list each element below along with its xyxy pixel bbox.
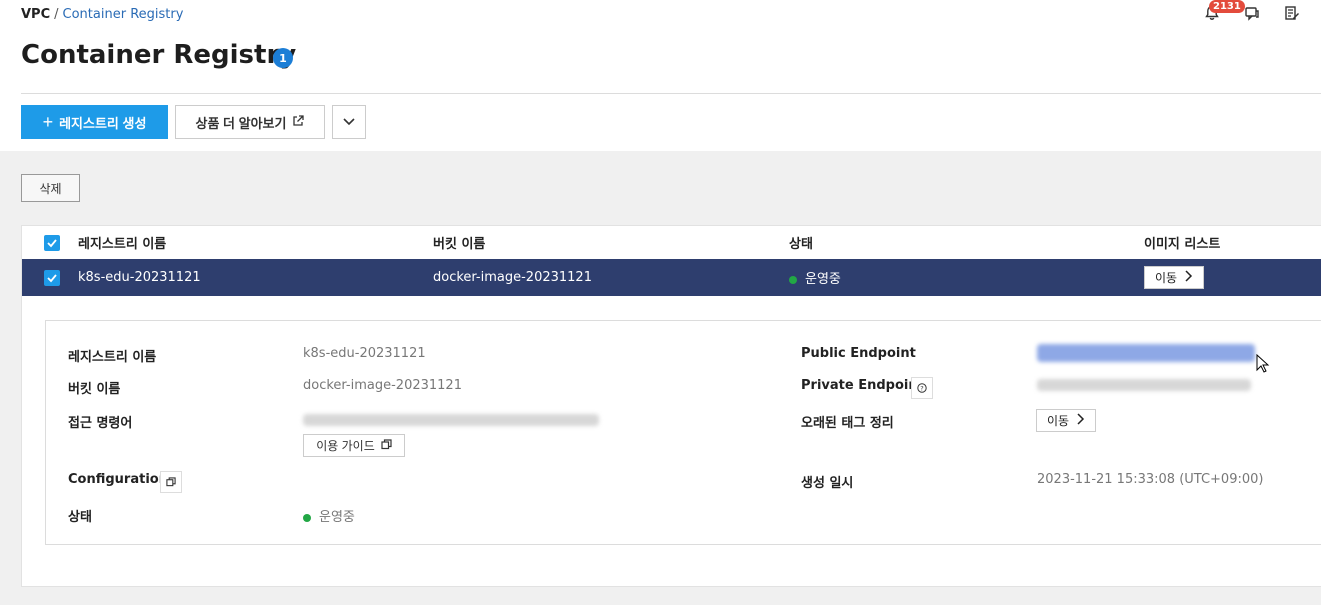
detail-label-public-endpoint: Public Endpoint: [801, 346, 916, 361]
old-tag-cleanup-move-label: 이동: [1046, 414, 1070, 428]
header-divider: [21, 93, 1321, 94]
row-checkbox[interactable]: [44, 269, 60, 286]
detail-status-text: 운영중: [319, 510, 355, 525]
row-image-list-cell: 이동: [1144, 266, 1204, 289]
chevron-right-icon: [1075, 413, 1085, 428]
more-dropdown-button[interactable]: [332, 105, 366, 139]
old-tag-cleanup-move-button[interactable]: 이동: [1036, 409, 1096, 432]
detail-label-old-tag-cleanup: 오래된 태그 정리: [801, 416, 894, 431]
detail-value-bucket-name: docker-image-20231121: [303, 378, 462, 393]
image-list-move-label: 이동: [1154, 271, 1178, 285]
copy-icon: [381, 438, 392, 453]
column-header-image-list[interactable]: 이미지 리스트: [1144, 233, 1220, 252]
breadcrumb-root[interactable]: VPC: [21, 7, 50, 22]
row-status: 운영중: [789, 268, 841, 287]
detail-value-status: 운영중: [303, 506, 355, 525]
column-header-name[interactable]: 레지스트리 이름: [78, 233, 166, 252]
detail-label-registry-name: 레지스트리 이름: [68, 350, 157, 365]
column-header-status[interactable]: 상태: [789, 233, 813, 252]
breadcrumb-separator: /: [54, 7, 59, 22]
status-dot-icon: [303, 513, 311, 522]
detail-value-registry-name: k8s-edu-20231121: [303, 346, 426, 361]
detail-label-bucket-name: 버킷 이름: [68, 382, 121, 397]
detail-label-status: 상태: [68, 510, 92, 525]
breadcrumb-current[interactable]: Container Registry: [63, 7, 184, 22]
row-status-text: 운영중: [805, 272, 841, 287]
bell-icon[interactable]: 2131: [1203, 0, 1245, 22]
plus-icon: +: [42, 112, 54, 132]
status-dot-icon: [789, 275, 797, 284]
detail-label-configuration: Configuration: [68, 472, 168, 487]
table-header: 레지스트리 이름 버킷 이름 상태 이미지 리스트: [22, 226, 1321, 259]
access-command-redacted: [303, 414, 599, 426]
create-registry-button[interactable]: + 레지스트리 생성: [21, 105, 168, 139]
chat-icon[interactable]: [1243, 4, 1261, 22]
chevron-down-icon: [342, 114, 356, 131]
title-count-badge: 1: [273, 48, 293, 68]
mouse-cursor-icon: [1256, 353, 1270, 378]
usage-guide-button[interactable]: 이용 가이드: [303, 434, 405, 457]
detail-label-private-endpoint: Private Endpoint: [801, 378, 924, 393]
svg-text:?: ?: [920, 385, 923, 393]
edit-note-icon[interactable]: [1283, 4, 1301, 22]
row-registry-name: k8s-edu-20231121: [78, 270, 201, 285]
breadcrumb: VPC / Container Registry: [21, 7, 183, 22]
learn-more-button[interactable]: 상품 더 알아보기: [175, 105, 325, 139]
delete-button[interactable]: 삭제: [21, 174, 80, 202]
external-link-icon: [292, 114, 305, 130]
table-row[interactable]: k8s-edu-20231121 docker-image-20231121 운…: [22, 259, 1321, 296]
select-all-checkbox[interactable]: [44, 234, 60, 251]
detail-label-created-at: 생성 일시: [801, 476, 854, 491]
learn-more-label: 상품 더 알아보기: [195, 115, 287, 131]
header-icons: 2131: [1203, 0, 1301, 22]
public-endpoint-redacted[interactable]: [1037, 344, 1255, 362]
registry-table: 레지스트리 이름 버킷 이름 상태 이미지 리스트 k8s-edu-202311…: [21, 225, 1321, 587]
usage-guide-label: 이용 가이드: [316, 439, 375, 453]
configuration-copy-icon[interactable]: [160, 471, 182, 493]
create-registry-label: 레지스트리 생성: [59, 115, 147, 131]
chevron-right-icon: [1183, 270, 1193, 285]
registry-detail-panel: 레지스트리 이름 k8s-edu-20231121 버킷 이름 docker-i…: [45, 320, 1321, 545]
image-list-move-button[interactable]: 이동: [1144, 266, 1204, 289]
row-bucket-name: docker-image-20231121: [433, 270, 592, 285]
detail-label-access-command: 접근 명령어: [68, 416, 133, 431]
detail-value-created-at: 2023-11-21 15:33:08 (UTC+09:00): [1037, 472, 1264, 487]
notification-badge: 2131: [1209, 0, 1245, 13]
private-endpoint-redacted: [1037, 379, 1251, 391]
column-header-bucket[interactable]: 버킷 이름: [433, 233, 485, 252]
page-title: Container Registry: [21, 40, 297, 70]
help-icon[interactable]: ?: [911, 377, 933, 399]
